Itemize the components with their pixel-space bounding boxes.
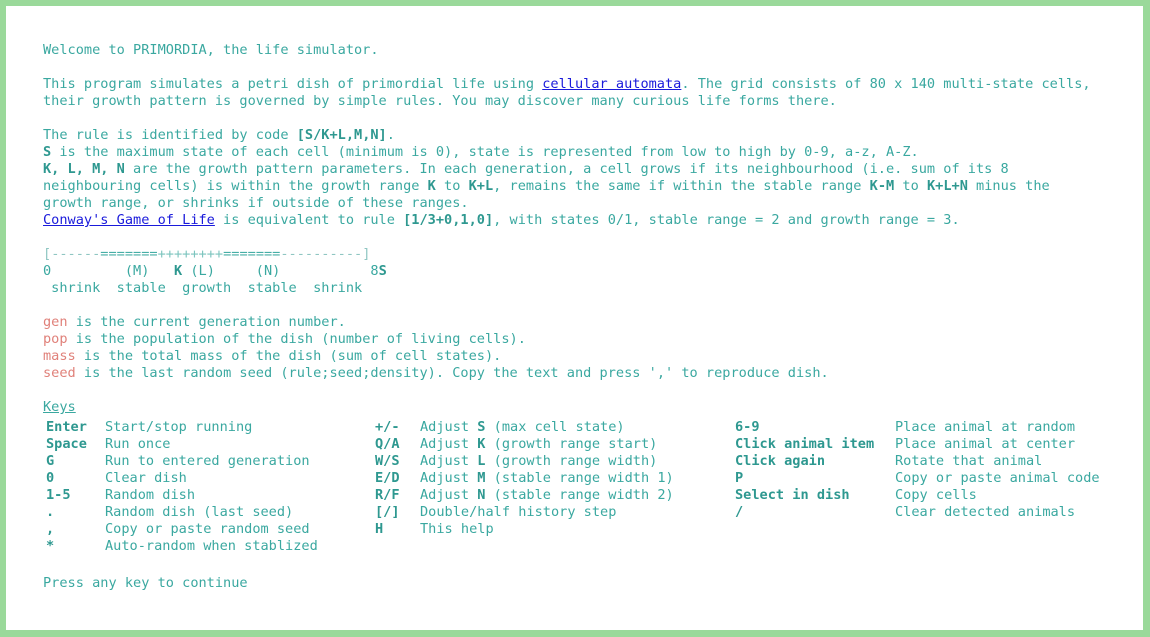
keys-column-1: Enter Start/stop running Space Run once GR…: [46, 419, 376, 555]
key-row: R/F Adjust N (stable range width 2): [375, 487, 674, 503]
rule-line-2: S is the maximum state of each cell (min…: [43, 144, 919, 160]
key-row: Q/A Adjust K (growth range start): [375, 436, 658, 452]
welcome-text: Welcome to PRIMORDIA, the life simulator…: [43, 42, 379, 58]
keys-table: Enter Start/stop running Space Run once GR…: [43, 419, 1123, 555]
key-row: Enter Start/stop running: [46, 419, 253, 435]
rule-line-6: Conway's Game of Life is equivalent to r…: [43, 212, 960, 228]
keys-column-3: 6-9 Place animal at random Click animal i…: [735, 419, 1120, 521]
game-of-life-link[interactable]: Conway's Game of Life: [43, 212, 215, 228]
continue-prompt[interactable]: Press any key to continue: [43, 575, 1123, 592]
rule-line-4: neighbouring cells) is within the growth…: [43, 178, 1050, 194]
key-row: P Copy or paste animal code: [735, 470, 1100, 486]
key-row: H This help: [375, 521, 494, 537]
rule-line-5: growth range, or shrinks if outside of t…: [43, 195, 469, 211]
key-row: W/S Adjust L (growth range width): [375, 453, 658, 469]
cellular-automata-link[interactable]: cellular automata: [542, 76, 681, 92]
stat-gen: gen is the current generation number.: [43, 314, 346, 330]
intro-line-2: their growth pattern is governed by simp…: [43, 93, 837, 109]
key-row: Space Run once: [46, 436, 171, 452]
key-row: +/- Adjust S (max cell state): [375, 419, 625, 435]
key-row: / Clear detected animals: [735, 504, 1076, 520]
range-diagram-bar: [------=======++++++++=======----------]: [43, 246, 371, 262]
key-row: [/] Double/half history step: [375, 504, 617, 520]
key-row: . Random dish (last seed): [46, 504, 294, 520]
key-row: 0 Clear dish: [46, 470, 187, 486]
stat-mass: mass is the total mass of the dish (sum …: [43, 348, 502, 364]
rule-line-1: The rule is identified by code [S/K+L,M,…: [43, 127, 395, 143]
keys-heading: Keys: [43, 399, 76, 415]
stat-pop: pop is the population of the dish (numbe…: [43, 331, 526, 347]
key-row: * Auto-random when stablized: [46, 538, 318, 554]
key-row: Click animal item Place animal at center: [735, 436, 1076, 452]
stat-seed: seed is the last random seed (rule;seed;…: [43, 365, 829, 381]
key-row: E/D Adjust M (stable range width 1): [375, 470, 674, 486]
key-row: 6-9 Place animal at random: [735, 419, 1076, 435]
range-diagram-labels: 0 (M) K (L) (N) 8S: [43, 263, 387, 279]
help-screen[interactable]: Welcome to PRIMORDIA, the life simulator…: [6, 6, 1143, 630]
key-row: , Copy or paste random seed: [46, 521, 310, 537]
intro-line-1: This program simulates a petri dish of p…: [43, 76, 1091, 92]
keys-column-2: +/- Adjust S (max cell state) Q/A Adjust K…: [375, 419, 735, 538]
key-row: Select in dish Copy cells: [735, 487, 977, 503]
range-diagram-zones: shrink stable growth stable shrink: [43, 280, 363, 296]
key-row: Click again Rotate that animal: [735, 453, 1043, 469]
key-row: 1-5 Random dish: [46, 487, 196, 503]
help-content: Welcome to PRIMORDIA, the life simulator…: [43, 42, 1123, 592]
rule-line-3: K, L, M, N are the growth pattern parame…: [43, 161, 1009, 177]
key-row: G Run to entered generation: [46, 453, 310, 469]
